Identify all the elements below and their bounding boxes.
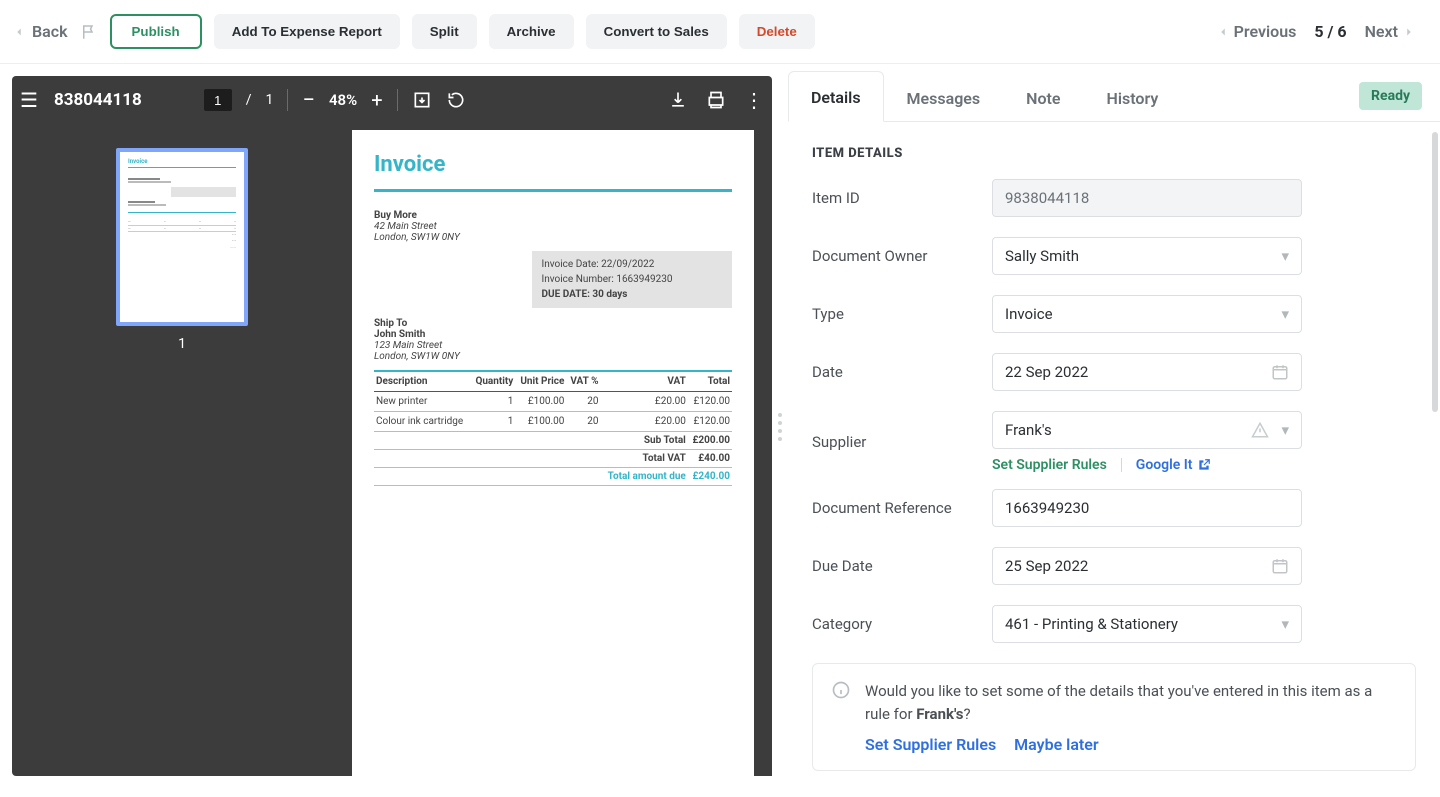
col-quantity: Quantity [471, 371, 516, 392]
back-label: Back [32, 22, 68, 41]
calendar-icon [1271, 557, 1289, 575]
supplier-label: Supplier [812, 433, 992, 451]
chevron-left-icon [12, 25, 26, 39]
details-panel: Details Messages Note History Ready ITEM… [788, 64, 1440, 789]
invoice-line-table: Description Quantity Unit Price VAT % VA… [374, 370, 732, 486]
col-unit-price: Unit Price [515, 371, 566, 392]
col-vat-pct: VAT % [566, 371, 600, 392]
next-label: Next [1365, 22, 1398, 41]
item-id-label: Item ID [812, 189, 992, 207]
invoice-due-date: DUE DATE: 30 days [542, 287, 722, 302]
split-button[interactable]: Split [412, 14, 477, 49]
ship-to-name: John Smith [374, 329, 732, 340]
bill-to-name: Buy More [374, 210, 732, 221]
info-icon [831, 680, 851, 754]
ship-to-addr2: London, SW1W 0NY [374, 351, 732, 362]
previous-label: Previous [1234, 22, 1297, 41]
back-button[interactable]: Back [12, 22, 68, 41]
bill-to-addr2: London, SW1W 0NY [374, 232, 732, 243]
chevron-left-icon [1216, 25, 1230, 39]
chevron-right-icon [1402, 25, 1416, 39]
calendar-icon [1271, 363, 1289, 381]
invoice-date: Invoice Date: 22/09/2022 [542, 257, 722, 272]
tab-history[interactable]: History [1084, 72, 1182, 122]
next-button[interactable]: Next [1365, 22, 1416, 41]
page-separator: / [246, 92, 252, 108]
bill-to-addr1: 42 Main Street [374, 221, 732, 232]
tab-note[interactable]: Note [1003, 72, 1083, 122]
resize-handle[interactable] [772, 64, 788, 789]
convert-to-sales-button[interactable]: Convert to Sales [586, 14, 727, 49]
col-description: Description [374, 371, 471, 392]
info-text: Would you like to set some of the detail… [865, 680, 1397, 725]
chevron-down-icon: ▾ [1281, 421, 1289, 439]
invoice-meta-box: Invoice Date: 22/09/2022 Invoice Number:… [532, 251, 732, 308]
thumbnail-number: 1 [178, 336, 186, 352]
date-label: Date [812, 363, 992, 381]
top-toolbar: Back Publish Add To Expense Report Split… [0, 0, 1440, 64]
due-date-field[interactable]: 25 Sep 2022 [992, 547, 1302, 585]
owner-select[interactable]: Sally Smith▾ [992, 237, 1302, 275]
more-icon[interactable]: ⋮ [744, 88, 764, 112]
item-id-field: 9838044118 [992, 179, 1302, 217]
due-date-label: Due Date [812, 557, 992, 575]
hamburger-icon[interactable]: ☰ [20, 88, 38, 112]
fit-page-icon[interactable] [412, 90, 432, 110]
tab-messages[interactable]: Messages [884, 72, 1004, 122]
invoice-number: Invoice Number: 1663949230 [542, 272, 722, 287]
print-icon[interactable] [706, 90, 726, 110]
col-vat: VAT [601, 371, 688, 392]
external-link-icon [1197, 458, 1211, 472]
google-it-link[interactable]: Google It [1136, 457, 1211, 473]
page-number-input[interactable] [204, 89, 232, 111]
zoom-level: 48% [329, 91, 357, 109]
pdf-page: Invoice Buy More 42 Main Street London, … [352, 130, 754, 776]
publish-button[interactable]: Publish [110, 14, 202, 49]
supplier-select[interactable]: Frank's ▾ [992, 411, 1302, 449]
category-select[interactable]: 461 - Printing & Stationery▾ [992, 605, 1302, 643]
tab-details[interactable]: Details [788, 71, 884, 122]
download-icon[interactable] [668, 90, 688, 110]
ship-to-label: Ship To [374, 318, 732, 329]
pdf-toolbar: ☰ 838044118 / 1 − 48% + [12, 76, 772, 124]
col-total: Total [688, 371, 732, 392]
tabs: Details Messages Note History Ready [788, 70, 1440, 122]
thumbnail-panel: Invoice --------- --------- -- -- [12, 124, 352, 776]
info-set-rules-link[interactable]: Set Supplier Rules [865, 735, 996, 754]
status-badge: Ready [1359, 82, 1422, 110]
page-total: 1 [266, 92, 274, 108]
rotate-icon[interactable] [446, 90, 466, 110]
doc-ref-field[interactable]: 1663949230 [992, 489, 1302, 527]
ship-to-addr1: 123 Main Street [374, 340, 732, 351]
set-supplier-rules-link[interactable]: Set Supplier Rules [992, 457, 1107, 473]
scrollbar[interactable] [1432, 132, 1438, 412]
info-maybe-later-link[interactable]: Maybe later [1014, 735, 1099, 754]
chevron-down-icon: ▾ [1281, 615, 1289, 633]
invoice-title: Invoice [374, 152, 732, 177]
type-label: Type [812, 305, 992, 323]
zoom-out-icon[interactable]: − [302, 88, 315, 113]
date-field[interactable]: 22 Sep 2022 [992, 353, 1302, 391]
doc-ref-label: Document Reference [812, 499, 992, 517]
previous-button[interactable]: Previous [1216, 22, 1297, 41]
section-title: ITEM DETAILS [812, 146, 1416, 161]
delete-button[interactable]: Delete [739, 14, 815, 49]
document-id: 838044118 [54, 90, 142, 110]
flag-icon[interactable] [80, 23, 98, 41]
supplier-rule-prompt: Would you like to set some of the detail… [812, 663, 1416, 771]
page-counter: 5 / 6 [1314, 22, 1346, 41]
warning-icon [1251, 421, 1269, 439]
archive-button[interactable]: Archive [489, 14, 574, 49]
chevron-down-icon: ▾ [1281, 305, 1289, 323]
chevron-down-icon: ▾ [1281, 247, 1289, 265]
pdf-viewer: ☰ 838044118 / 1 − 48% + [12, 76, 772, 776]
zoom-in-icon[interactable]: + [371, 88, 382, 112]
category-label: Category [812, 615, 992, 633]
add-to-expense-button[interactable]: Add To Expense Report [214, 14, 400, 49]
type-select[interactable]: Invoice▾ [992, 295, 1302, 333]
owner-label: Document Owner [812, 247, 992, 265]
page-thumbnail[interactable]: Invoice --------- --------- -- -- [116, 148, 248, 326]
table-row: New printer1£100.0020£20.00£120.00 [374, 392, 732, 412]
table-row: Colour ink cartridge1£100.0020£20.00£120… [374, 412, 732, 432]
